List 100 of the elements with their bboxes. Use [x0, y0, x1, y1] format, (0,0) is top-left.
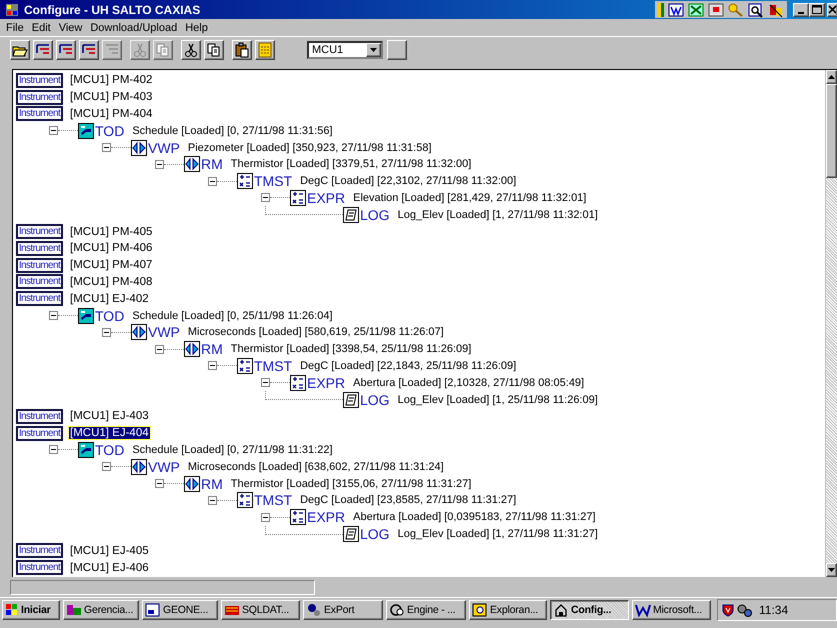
scroll-thumb[interactable]: [826, 84, 837, 178]
collapse-toggle[interactable]: [155, 479, 164, 488]
menu-item[interactable]: Help: [181, 22, 212, 34]
collapse-toggle[interactable]: [208, 361, 217, 370]
instrument-label[interactable]: [MCU1] PM-405: [69, 226, 154, 238]
node-label[interactable]: Schedule [Loaded] [0, 27/11/98 11:31:56]: [132, 124, 333, 137]
node-label[interactable]: Thermistor [Loaded] [3398,54, 25/11/98 11:26:09]: [230, 343, 472, 356]
menu-item[interactable]: View: [54, 22, 86, 34]
node-type-label[interactable]: RM: [201, 156, 223, 172]
node-type-label[interactable]: LOG: [360, 526, 390, 542]
taskbar-button[interactable]: ExPort: [303, 600, 383, 620]
calculator-icon: [290, 374, 306, 391]
node-type-label[interactable]: TOD: [95, 122, 124, 139]
node-type-label[interactable]: TOD: [95, 308, 124, 324]
taskbar-button[interactable]: SQLDAT...: [221, 600, 300, 620]
node-label[interactable]: DegC [Loaded] [23,8585, 27/11/98 11:31:27]: [300, 494, 516, 506]
node-label[interactable]: Piezometer [Loaded] [350,923, 27/11/98 11:31:58]: [188, 142, 432, 154]
collapse-toggle[interactable]: [49, 126, 58, 136]
scissors-button[interactable]: [181, 40, 201, 60]
collapse-toggle[interactable]: [102, 328, 111, 337]
node-label[interactable]: DegC [Loaded] [22,1843, 25/11/98 11:26:09]: [300, 360, 516, 372]
instrument-badge: Instrument: [16, 106, 63, 122]
collapse-toggle[interactable]: [261, 512, 270, 522]
instrument-label[interactable]: [MCU1] PM-407: [69, 259, 154, 272]
node-type-label[interactable]: TMST: [254, 492, 292, 508]
instrument-label[interactable]: [MCU1] PM-406: [69, 242, 154, 254]
node-label[interactable]: Log_Elev [Loaded] [1, 27/11/98 11:32:01]: [398, 208, 598, 221]
panel-button[interactable]: [255, 40, 275, 60]
node-type-label[interactable]: LOG: [360, 206, 390, 223]
node-label[interactable]: Abertura [Loaded] [2,10328, 27/11/98 08:05:49]: [353, 376, 584, 389]
collapse-toggle[interactable]: [155, 344, 164, 354]
node-label[interactable]: Log_Elev [Loaded] [1, 25/11/98 11:26:09]: [398, 394, 598, 406]
collapse-toggle[interactable]: [102, 143, 111, 152]
collapse-toggle[interactable]: [155, 160, 164, 169]
calculator-icon: [290, 509, 306, 526]
node-label[interactable]: Microseconds [Loaded] [638,602, 27/11/98 11:31:24]: [188, 460, 444, 473]
menu-item[interactable]: Edit: [28, 22, 55, 34]
node-label[interactable]: DegC [Loaded] [22,3102, 27/11/98 11:32:00]: [300, 175, 516, 188]
node-label[interactable]: Log_Elev [Loaded] [1, 27/11/98 11:31:27]: [398, 528, 598, 540]
instrument-label[interactable]: [MCU1] EJ-402: [69, 292, 150, 305]
node-type-label[interactable]: VWP: [148, 140, 180, 156]
node-type-label[interactable]: EXPR: [307, 509, 346, 526]
tree-view-button[interactable]: [79, 40, 99, 60]
node-label[interactable]: Schedule [Loaded] [0, 27/11/98 11:31:22]: [132, 444, 333, 456]
node-type-label[interactable]: TMST: [254, 173, 292, 190]
node-type-label[interactable]: VWP: [148, 458, 180, 475]
node-label[interactable]: Microseconds [Loaded] [580,619, 25/11/98 11:26:07]: [188, 326, 444, 338]
taskbar-button[interactable]: Gerencia...: [63, 600, 139, 620]
node-label[interactable]: Thermistor [Loaded] [3155,06, 27/11/98 11:31:27]: [230, 478, 472, 490]
instrument-label[interactable]: [MCU1] PM-404: [69, 108, 154, 120]
instrument-badge: Instrument: [16, 408, 63, 424]
instrument-label[interactable]: [MCU1] EJ-406: [69, 562, 150, 574]
open-folder-button[interactable]: [10, 40, 30, 60]
window-icon: [145, 602, 161, 618]
start-button[interactable]: Iniciar: [2, 600, 60, 620]
collapse-toggle[interactable]: [102, 462, 111, 472]
minimize-button[interactable]: [793, 2, 809, 16]
instrument-label[interactable]: [MCU1] EJ-403: [69, 410, 150, 422]
node-label[interactable]: Abertura [Loaded] [0,0395183, 27/11/98 11:31:27]: [353, 511, 596, 524]
node-type-label[interactable]: VWP: [148, 324, 180, 340]
instrument-label[interactable]: [MCU1] EJ-405: [69, 544, 150, 557]
taskbar-button[interactable]: Engine - ...: [386, 600, 466, 620]
node-label[interactable]: Schedule [Loaded] [0, 25/11/98 11:26:04]: [132, 310, 333, 322]
node-type-label[interactable]: TMST: [254, 358, 292, 374]
clipboard-icon: [234, 42, 250, 58]
node-type-label[interactable]: RM: [201, 476, 223, 492]
taskbar-button[interactable]: Config...: [550, 600, 629, 620]
menu-item[interactable]: Download/Upload: [86, 22, 182, 34]
tree-view-button[interactable]: [56, 40, 76, 60]
taskbar-button[interactable]: GEONE...: [142, 600, 218, 620]
collapse-toggle[interactable]: [49, 311, 58, 320]
collapse-toggle[interactable]: [261, 378, 270, 388]
sensor-icon: [184, 476, 200, 492]
collapse-toggle[interactable]: [208, 496, 217, 505]
instrument-label[interactable]: [MCU1] PM-403: [69, 91, 154, 104]
device-select[interactable]: MCU1: [307, 41, 383, 59]
node-type-label[interactable]: EXPR: [307, 374, 346, 391]
instrument-label[interactable]: [MCU1] PM-408: [69, 276, 154, 288]
taskbar-button[interactable]: Microsoft...: [632, 600, 711, 620]
node-type-label[interactable]: LOG: [360, 392, 390, 408]
caret-icon: [369, 47, 378, 53]
tree-view-button[interactable]: [33, 40, 53, 60]
node-type-label[interactable]: EXPR: [307, 190, 346, 206]
node-label[interactable]: Thermistor [Loaded] [3379,51, 27/11/98 11:32:00]: [230, 158, 472, 170]
indicator-button[interactable]: [387, 40, 407, 60]
instrument-label[interactable]: [MCU1] PM-402: [69, 74, 154, 86]
node-type-label[interactable]: TOD: [95, 442, 124, 458]
copy-button[interactable]: [204, 40, 224, 60]
collapse-toggle[interactable]: [208, 176, 217, 186]
vertical-scrollbar[interactable]: [825, 70, 837, 577]
maximize-button[interactable]: [809, 2, 825, 16]
node-label[interactable]: Elevation [Loaded] [281,429, 27/11/98 11:32:01]: [353, 192, 586, 204]
taskbar-button[interactable]: Exploran...: [469, 600, 547, 620]
instrument-label[interactable]: [MCU1] EJ-404: [69, 427, 150, 440]
clipboard-button[interactable]: [232, 40, 252, 60]
collapse-toggle[interactable]: [49, 445, 58, 454]
close-button[interactable]: [827, 2, 837, 16]
node-type-label[interactable]: RM: [201, 341, 223, 358]
menu-item[interactable]: File: [2, 22, 28, 34]
collapse-toggle[interactable]: [261, 193, 270, 202]
